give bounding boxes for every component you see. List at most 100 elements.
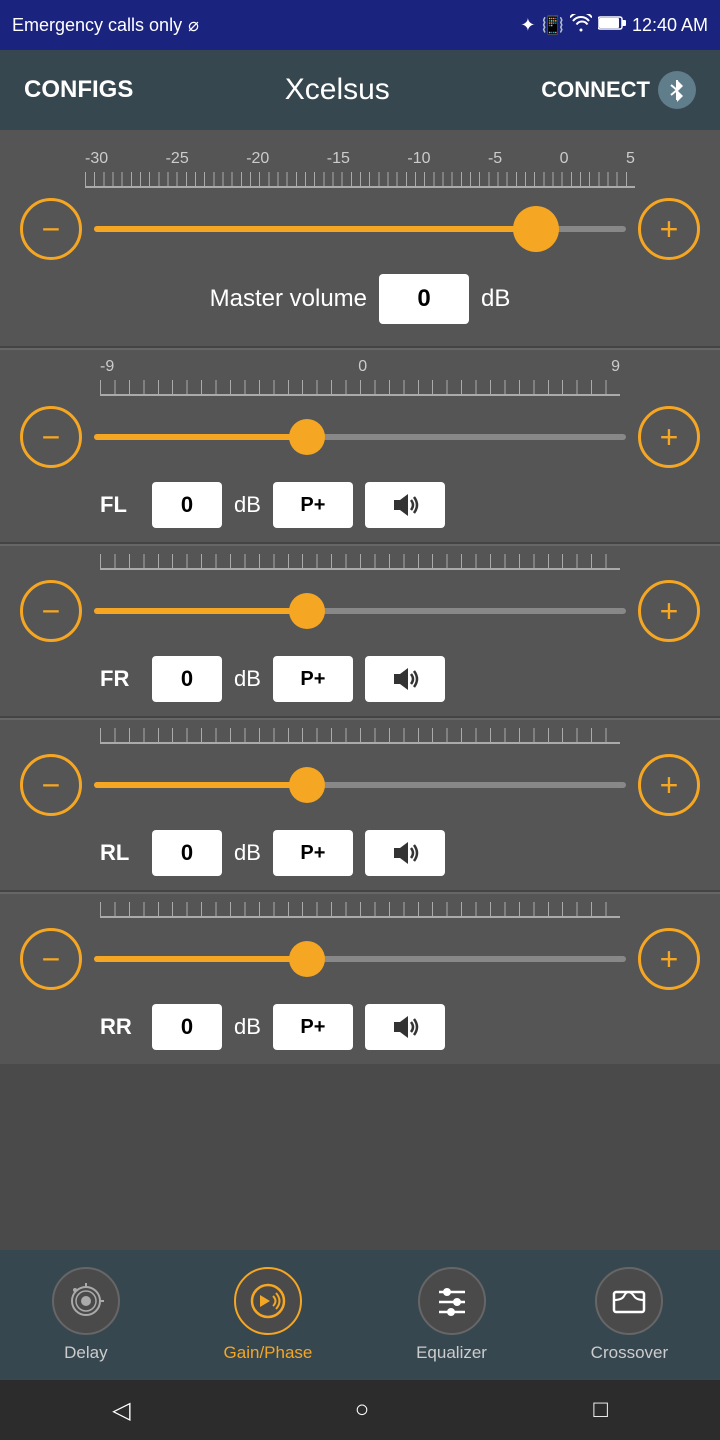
rr-slider[interactable] (94, 945, 626, 973)
rl-increase[interactable]: + (638, 754, 700, 816)
rl-db-label: dB (234, 840, 261, 866)
fl-speaker-button[interactable] (365, 482, 445, 528)
fl-decrease[interactable]: − (20, 406, 82, 468)
emergency-text: Emergency calls only (12, 15, 182, 36)
vibrate-icon: 📳 (542, 15, 564, 36)
rr-db-label: dB (234, 1014, 261, 1040)
rl-speaker-button[interactable] (365, 830, 445, 876)
rr-channel-section: − + RR dB P+ (0, 892, 720, 1064)
rr-label: RR (100, 1014, 140, 1040)
rl-slider[interactable] (94, 771, 626, 799)
rl-input[interactable] (152, 830, 222, 876)
delay-icon (52, 1267, 120, 1335)
gainphase-label: Gain/Phase (224, 1343, 313, 1363)
fl-db-label: dB (234, 492, 261, 518)
fl-label: FL (100, 492, 140, 518)
scale-label: -30 (85, 150, 108, 168)
rl-channel-section: − + RL dB P+ (0, 718, 720, 890)
fr-value-row: FR dB P+ (20, 648, 700, 708)
bottom-nav: Delay Gain/Phase Equalizer (0, 1250, 720, 1380)
fl-p-plus-button[interactable]: P+ (273, 482, 353, 528)
crossover-label: Crossover (591, 1343, 668, 1363)
scale-label: -15 (327, 150, 350, 168)
status-bar: Emergency calls only ⌀ ✦ 📳 12:40 AM (0, 0, 720, 50)
master-volume-slider-row: − + (20, 192, 700, 266)
rr-slider-row: − + (20, 922, 700, 996)
system-nav-bar: ◁ ○ □ (0, 1380, 720, 1440)
fr-label: FR (100, 666, 140, 692)
fl-channel-section: -9 0 9 − + FL dB P+ (0, 348, 720, 542)
nav-item-delay[interactable]: Delay (52, 1267, 120, 1363)
scale-label: 5 (626, 150, 635, 168)
fr-speaker-button[interactable] (365, 656, 445, 702)
fl-slider-row: − + (20, 400, 700, 474)
time-display: 12:40 AM (632, 15, 708, 36)
rr-input[interactable] (152, 1004, 222, 1050)
fl-thumb[interactable] (289, 419, 325, 455)
master-value-row: Master volume dB (20, 266, 700, 330)
configs-button[interactable]: CONFIGS (24, 76, 133, 104)
fr-db-label: dB (234, 666, 261, 692)
master-volume-thumb[interactable] (513, 206, 559, 252)
fl-value-row: FL dB P+ (20, 474, 700, 534)
rr-decrease[interactable]: − (20, 928, 82, 990)
fr-slider-row: − + (20, 574, 700, 648)
nav-item-gainphase[interactable]: Gain/Phase (224, 1267, 313, 1363)
nav-item-crossover[interactable]: Crossover (591, 1267, 668, 1363)
bluetooth-connect-icon (658, 71, 696, 109)
rr-increase[interactable]: + (638, 928, 700, 990)
nav-bar: CONFIGS Xcelsus CONNECT (0, 50, 720, 130)
delay-label: Delay (64, 1343, 107, 1363)
fr-thumb[interactable] (289, 593, 325, 629)
master-volume-decrease[interactable]: − (20, 198, 82, 260)
back-button[interactable]: ◁ (112, 1396, 130, 1425)
scale-label: -25 (166, 150, 189, 168)
scale-label: -20 (246, 150, 269, 168)
fr-channel-section: − + FR dB P+ (0, 544, 720, 716)
gainphase-icon (234, 1267, 302, 1335)
fr-slider[interactable] (94, 597, 626, 625)
rl-p-plus-button[interactable]: P+ (273, 830, 353, 876)
rl-value-row: RL dB P+ (20, 822, 700, 882)
fl-input[interactable] (152, 482, 222, 528)
rr-p-plus-button[interactable]: P+ (273, 1004, 353, 1050)
master-volume-label: Master volume (210, 285, 367, 313)
master-volume-increase[interactable]: + (638, 198, 700, 260)
recent-button[interactable]: □ (593, 1396, 608, 1424)
rr-thumb[interactable] (289, 941, 325, 977)
master-scale-labels: -30 -25 -20 -15 -10 -5 0 5 (20, 150, 700, 172)
rl-slider-row: − + (20, 748, 700, 822)
master-volume-section: -30 -25 -20 -15 -10 -5 0 5 − + (0, 140, 720, 346)
bluetooth-icon: ✦ (520, 15, 535, 36)
fr-decrease[interactable]: − (20, 580, 82, 642)
battery-icon (598, 15, 626, 36)
usb-icon: ⌀ (188, 15, 199, 36)
equalizer-label: Equalizer (416, 1343, 487, 1363)
crossover-icon (595, 1267, 663, 1335)
rl-thumb[interactable] (289, 767, 325, 803)
app-title: Xcelsus (285, 73, 390, 107)
rr-speaker-button[interactable] (365, 1004, 445, 1050)
connect-button[interactable]: CONNECT (541, 71, 696, 109)
connect-label: CONNECT (541, 77, 650, 103)
master-db-label: dB (481, 285, 510, 313)
nav-item-equalizer[interactable]: Equalizer (416, 1267, 487, 1363)
rr-value-row: RR dB P+ (20, 996, 700, 1056)
home-button[interactable]: ○ (355, 1396, 370, 1424)
master-volume-input[interactable] (379, 274, 469, 324)
fr-p-plus-button[interactable]: P+ (273, 656, 353, 702)
main-content: -30 -25 -20 -15 -10 -5 0 5 − + (0, 130, 720, 1064)
equalizer-icon (418, 1267, 486, 1335)
fr-increase[interactable]: + (638, 580, 700, 642)
fr-input[interactable] (152, 656, 222, 702)
rl-decrease[interactable]: − (20, 754, 82, 816)
scale-label: -5 (488, 150, 502, 168)
scale-label: 0 (560, 150, 569, 168)
wifi-icon (570, 14, 592, 37)
fl-increase[interactable]: + (638, 406, 700, 468)
fl-scale-labels: -9 0 9 (20, 358, 700, 380)
scale-label: -10 (407, 150, 430, 168)
rl-label: RL (100, 840, 140, 866)
master-volume-slider[interactable] (94, 215, 626, 243)
fl-slider[interactable] (94, 423, 626, 451)
